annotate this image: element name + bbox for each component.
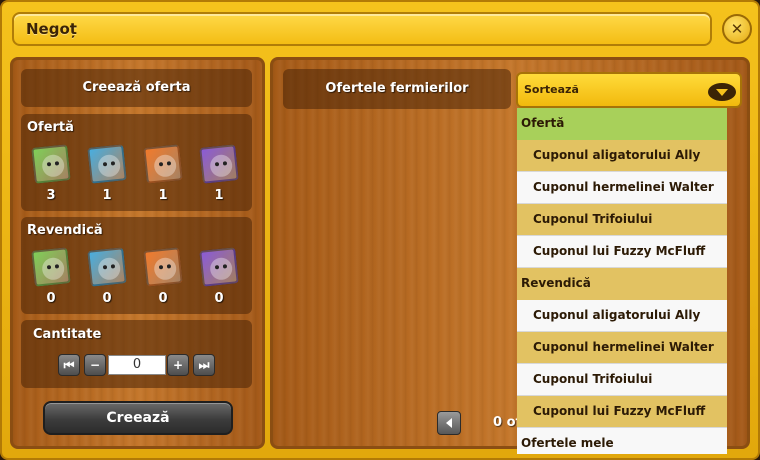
close-button[interactable]: ✕ bbox=[722, 14, 752, 44]
sort-dropdown-menu: Ofertă Cuponul aligatorului Ally Cuponul h… bbox=[517, 108, 727, 454]
dropdown-option[interactable]: Cuponul Trifoiului bbox=[517, 364, 727, 396]
quantity-section: Cantitate ⏮ − 0 + ⏭ bbox=[21, 320, 252, 388]
dropdown-option[interactable]: Cuponul hermelinei Walter bbox=[517, 332, 727, 364]
dropdown-option[interactable]: Cuponul aligatorului Ally bbox=[517, 300, 727, 332]
minus-icon: − bbox=[89, 358, 101, 372]
ermine-coupon-icon[interactable] bbox=[87, 247, 127, 287]
quantity-decrement-button[interactable]: − bbox=[84, 354, 106, 376]
window-title: Negoț bbox=[26, 20, 77, 38]
create-offer-header-box: Creează oferta bbox=[21, 69, 252, 107]
create-button[interactable]: Creează bbox=[43, 401, 233, 435]
plus-icon: + bbox=[172, 358, 184, 372]
ermine-coupon-icon[interactable] bbox=[87, 144, 127, 184]
dropdown-group-header[interactable]: Revendică bbox=[517, 268, 727, 300]
quantity-increment-button[interactable]: + bbox=[167, 354, 189, 376]
double-chevron-right-icon: ⏭ bbox=[198, 358, 210, 372]
create-offer-panel: Creează oferta Ofertă 3 1 1 1 Revendică 0 0 0… bbox=[10, 57, 265, 449]
claim-label: Revendică bbox=[27, 223, 103, 238]
offer-coupon-count: 1 bbox=[214, 188, 224, 203]
claim-section: Revendică 0 0 0 0 bbox=[21, 217, 252, 314]
chevron-down-icon bbox=[708, 83, 736, 101]
rabbit-coupon-icon[interactable] bbox=[143, 247, 183, 287]
create-offer-title: Creează oferta bbox=[82, 80, 191, 95]
offer-section: Ofertă 3 1 1 1 bbox=[21, 114, 252, 211]
quantity-input[interactable]: 0 bbox=[108, 355, 166, 375]
dropdown-option[interactable]: Cuponul hermelinei Walter bbox=[517, 172, 727, 204]
quantity-label: Cantitate bbox=[33, 327, 102, 342]
dropdown-group-header[interactable]: Ofertele mele bbox=[517, 428, 727, 454]
rabbit-coupon-icon[interactable] bbox=[143, 144, 183, 184]
claim-coupon-count: 0 bbox=[158, 291, 168, 306]
dropdown-option[interactable]: Cuponul lui Fuzzy McFluff bbox=[517, 236, 727, 268]
claim-coupon-count: 0 bbox=[46, 291, 56, 306]
double-chevron-left-icon: ⏮ bbox=[63, 358, 75, 372]
dropdown-option[interactable]: Cuponul Trifoiului bbox=[517, 204, 727, 236]
sort-label: Sortează bbox=[524, 83, 579, 96]
title-bar: Negoț bbox=[12, 12, 712, 46]
offer-label: Ofertă bbox=[27, 120, 74, 135]
quantity-max-button[interactable]: ⏭ bbox=[193, 354, 215, 376]
claim-coupon-count: 0 bbox=[102, 291, 112, 306]
page-prev-button[interactable] bbox=[437, 411, 461, 435]
dropdown-option[interactable]: Cuponul aligatorului Ally bbox=[517, 140, 727, 172]
dropdown-option[interactable]: Cuponul lui Fuzzy McFluff bbox=[517, 396, 727, 428]
claim-coupon-count: 0 bbox=[214, 291, 224, 306]
alligator-coupon-icon[interactable] bbox=[31, 144, 71, 184]
quantity-min-button[interactable]: ⏮ bbox=[58, 354, 80, 376]
cat-coupon-icon[interactable] bbox=[199, 144, 239, 184]
sort-dropdown[interactable]: Sortează bbox=[516, 72, 742, 108]
close-icon: ✕ bbox=[730, 20, 744, 38]
offer-coupon-count: 1 bbox=[102, 188, 112, 203]
offer-coupon-count: 1 bbox=[158, 188, 168, 203]
offer-coupon-count: 3 bbox=[46, 188, 56, 203]
farmer-offers-header-box: Ofertele fermierilor bbox=[283, 69, 511, 109]
alligator-coupon-icon[interactable] bbox=[31, 247, 71, 287]
farmer-offers-title: Ofertele fermierilor bbox=[325, 81, 469, 96]
dropdown-group-header[interactable]: Ofertă bbox=[517, 108, 727, 140]
cat-coupon-icon[interactable] bbox=[199, 247, 239, 287]
